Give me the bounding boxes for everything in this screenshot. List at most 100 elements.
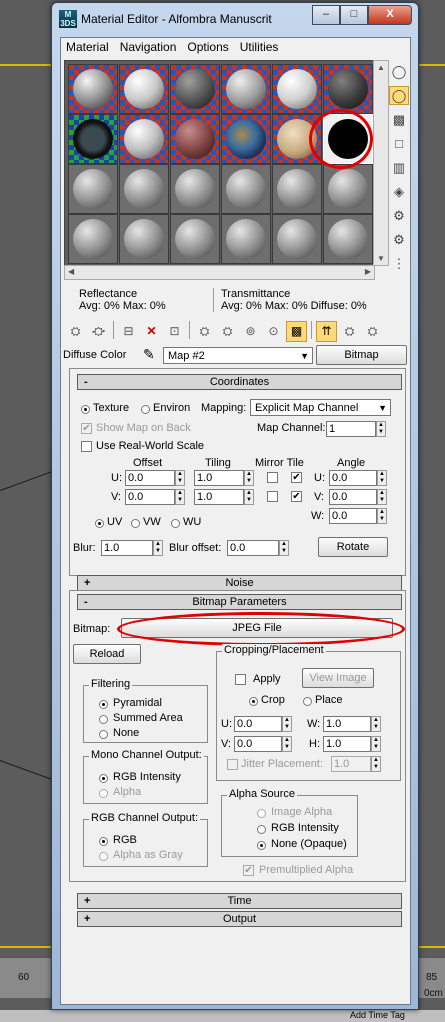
crop-radio[interactable] bbox=[249, 697, 258, 706]
time-rollout-header[interactable]: + Time bbox=[77, 893, 402, 909]
jitter-placement-field[interactable]: 1.0 bbox=[331, 756, 371, 772]
material-sample-slot[interactable] bbox=[170, 114, 220, 164]
u-offset-field[interactable]: 0.0 bbox=[125, 470, 175, 486]
maximize-button[interactable]: □ bbox=[340, 5, 368, 25]
filter-none-radio[interactable] bbox=[99, 730, 108, 739]
material-sample-slot[interactable] bbox=[119, 64, 169, 114]
map-name-field[interactable]: Map #2 ▼ bbox=[163, 347, 313, 364]
background-checker-icon[interactable]: ▩ bbox=[389, 110, 409, 129]
blur-offset-field[interactable]: 0.0 bbox=[227, 540, 279, 556]
v-angle-spinner[interactable]: 0.0 ▲ ▼ bbox=[329, 489, 387, 505]
assign-material-icon[interactable]: ⊟ bbox=[118, 321, 139, 342]
material-sample-slot[interactable] bbox=[68, 164, 118, 214]
crop-h-spinner[interactable]: 1.0 ▲ ▼ bbox=[323, 736, 381, 752]
blur-field[interactable]: 1.0 bbox=[101, 540, 153, 556]
title-bar[interactable]: M 3DS Material Editor - Alfombra Manuscr… bbox=[52, 3, 418, 33]
scroll-up-icon[interactable]: ▲ bbox=[377, 63, 385, 72]
v-mirror-checkbox[interactable] bbox=[267, 491, 278, 502]
u-tiling-spinner[interactable]: 1.0 ▲ ▼ bbox=[194, 470, 254, 486]
get-material-icon[interactable]: ⛭ bbox=[65, 321, 86, 342]
crop-h-field[interactable]: 1.0 bbox=[323, 736, 371, 752]
make-preview-icon[interactable]: ◈ bbox=[389, 182, 409, 201]
premultiplied-alpha-checkbox[interactable]: ✔ bbox=[243, 865, 254, 876]
material-sample-slot[interactable] bbox=[323, 214, 373, 264]
u-tile-checkbox[interactable]: ✔ bbox=[291, 472, 302, 483]
v-tiling-spinner[interactable]: 1.0 ▲ ▼ bbox=[194, 489, 254, 505]
blur-offset-spinner[interactable]: 0.0 ▲ ▼ bbox=[227, 540, 289, 556]
pyramidal-radio[interactable] bbox=[99, 700, 108, 709]
scroll-left-icon[interactable]: ◀ bbox=[68, 267, 74, 276]
material-sample-slot[interactable] bbox=[170, 164, 220, 214]
mono-rgb-intensity-radio[interactable] bbox=[99, 774, 108, 783]
summed-area-radio[interactable] bbox=[99, 715, 108, 724]
close-button[interactable]: X bbox=[368, 5, 412, 25]
spinner-arrows-icon[interactable]: ▲ ▼ bbox=[371, 736, 381, 752]
material-sample-slot[interactable] bbox=[170, 214, 220, 264]
material-sample-slot[interactable] bbox=[221, 214, 271, 264]
spinner-arrows-icon[interactable]: ▲ ▼ bbox=[371, 716, 381, 732]
sample-type-sphere-icon[interactable]: ◯ bbox=[389, 62, 409, 81]
material-sample-slot[interactable] bbox=[272, 214, 322, 264]
v-offset-spinner[interactable]: 0.0 ▲ ▼ bbox=[125, 489, 185, 505]
material-sample-slot[interactable] bbox=[272, 64, 322, 114]
menu-options[interactable]: Options bbox=[182, 38, 234, 56]
show-map-on-back-checkbox[interactable]: ✔ bbox=[81, 423, 92, 434]
material-sample-slot[interactable] bbox=[323, 164, 373, 214]
material-id-icon[interactable]: ⊚ bbox=[240, 321, 261, 342]
menu-material[interactable]: Material bbox=[61, 38, 115, 56]
alpha-as-gray-radio[interactable] bbox=[99, 852, 108, 861]
v-offset-field[interactable]: 0.0 bbox=[125, 489, 175, 505]
output-rollout-header[interactable]: + Output bbox=[77, 911, 402, 927]
image-alpha-radio[interactable] bbox=[257, 809, 266, 818]
options-icon[interactable]: ⚙ bbox=[389, 206, 409, 225]
reset-map-icon[interactable]: ✕ bbox=[141, 321, 162, 342]
w-angle-spinner[interactable]: 0.0 ▲ ▼ bbox=[329, 508, 387, 524]
spinner-arrows-icon[interactable]: ▲ ▼ bbox=[153, 540, 163, 556]
jitter-placement-spinner[interactable]: 1.0 ▲ ▼ bbox=[331, 756, 381, 772]
scroll-right-icon[interactable]: ▶ bbox=[365, 267, 371, 276]
v-angle-field[interactable]: 0.0 bbox=[329, 489, 377, 505]
none-opaque-radio[interactable] bbox=[257, 841, 266, 850]
menu-navigation[interactable]: Navigation bbox=[115, 38, 183, 56]
alpha-rgb-intensity-radio[interactable] bbox=[257, 825, 266, 834]
material-sample-slot[interactable] bbox=[119, 164, 169, 214]
crop-w-spinner[interactable]: 1.0 ▲ ▼ bbox=[323, 716, 381, 732]
place-radio[interactable] bbox=[303, 697, 312, 706]
reload-button[interactable]: Reload bbox=[73, 644, 141, 664]
texture-radio[interactable] bbox=[81, 405, 90, 414]
sample-slots-vertical-scrollbar[interactable]: ▲ ▼ bbox=[373, 60, 389, 266]
u-tiling-field[interactable]: 1.0 bbox=[194, 470, 244, 486]
spinner-arrows-icon[interactable]: ▲ ▼ bbox=[282, 716, 292, 732]
bitmap-parameters-rollout-header[interactable]: - Bitmap Parameters bbox=[77, 594, 402, 610]
dropdown-arrow-icon[interactable]: ▼ bbox=[378, 400, 387, 417]
eyedropper-icon[interactable]: ✎ bbox=[143, 346, 155, 363]
spinner-arrows-icon[interactable]: ▲ ▼ bbox=[282, 736, 292, 752]
spinner-arrows-icon[interactable]: ▲ ▼ bbox=[371, 756, 381, 772]
material-sample-slot[interactable] bbox=[68, 114, 118, 164]
pick-material-icon[interactable]: ⛭ bbox=[362, 321, 383, 342]
w-angle-field[interactable]: 0.0 bbox=[329, 508, 377, 524]
crop-v-spinner[interactable]: 0.0 ▲ ▼ bbox=[234, 736, 292, 752]
go-to-parent-icon[interactable]: ⇈ bbox=[316, 321, 337, 342]
go-forward-to-sibling-icon[interactable]: ⛭ bbox=[339, 321, 360, 342]
spinner-arrows-icon[interactable]: ▲ ▼ bbox=[175, 489, 185, 505]
material-sample-slot[interactable] bbox=[272, 164, 322, 214]
crop-u-spinner[interactable]: 0.0 ▲ ▼ bbox=[234, 716, 292, 732]
view-image-button[interactable]: View Image bbox=[302, 668, 374, 688]
sample-uv-tiling-icon[interactable]: □ bbox=[389, 134, 409, 153]
coordinates-rollout-header[interactable]: - Coordinates bbox=[77, 374, 402, 390]
rgb-output-radio[interactable] bbox=[99, 837, 108, 846]
spinner-arrows-icon[interactable]: ▲ ▼ bbox=[279, 540, 289, 556]
blur-spinner[interactable]: 1.0 ▲ ▼ bbox=[101, 540, 163, 556]
use-real-world-scale-checkbox[interactable] bbox=[81, 441, 92, 452]
vw-radio[interactable] bbox=[131, 519, 140, 528]
v-tiling-field[interactable]: 1.0 bbox=[194, 489, 244, 505]
material-sample-slot[interactable] bbox=[221, 164, 271, 214]
material-sample-slot[interactable] bbox=[119, 214, 169, 264]
make-unique-icon[interactable]: ⛭ bbox=[194, 321, 215, 342]
material-sample-slot[interactable] bbox=[119, 114, 169, 164]
sample-slots-horizontal-scrollbar[interactable]: ◀ ▶ bbox=[64, 265, 375, 280]
v-tile-checkbox[interactable]: ✔ bbox=[291, 491, 302, 502]
scroll-down-icon[interactable]: ▼ bbox=[377, 254, 385, 263]
map-channel-spinner[interactable]: 1 ▲ ▼ bbox=[326, 421, 386, 437]
